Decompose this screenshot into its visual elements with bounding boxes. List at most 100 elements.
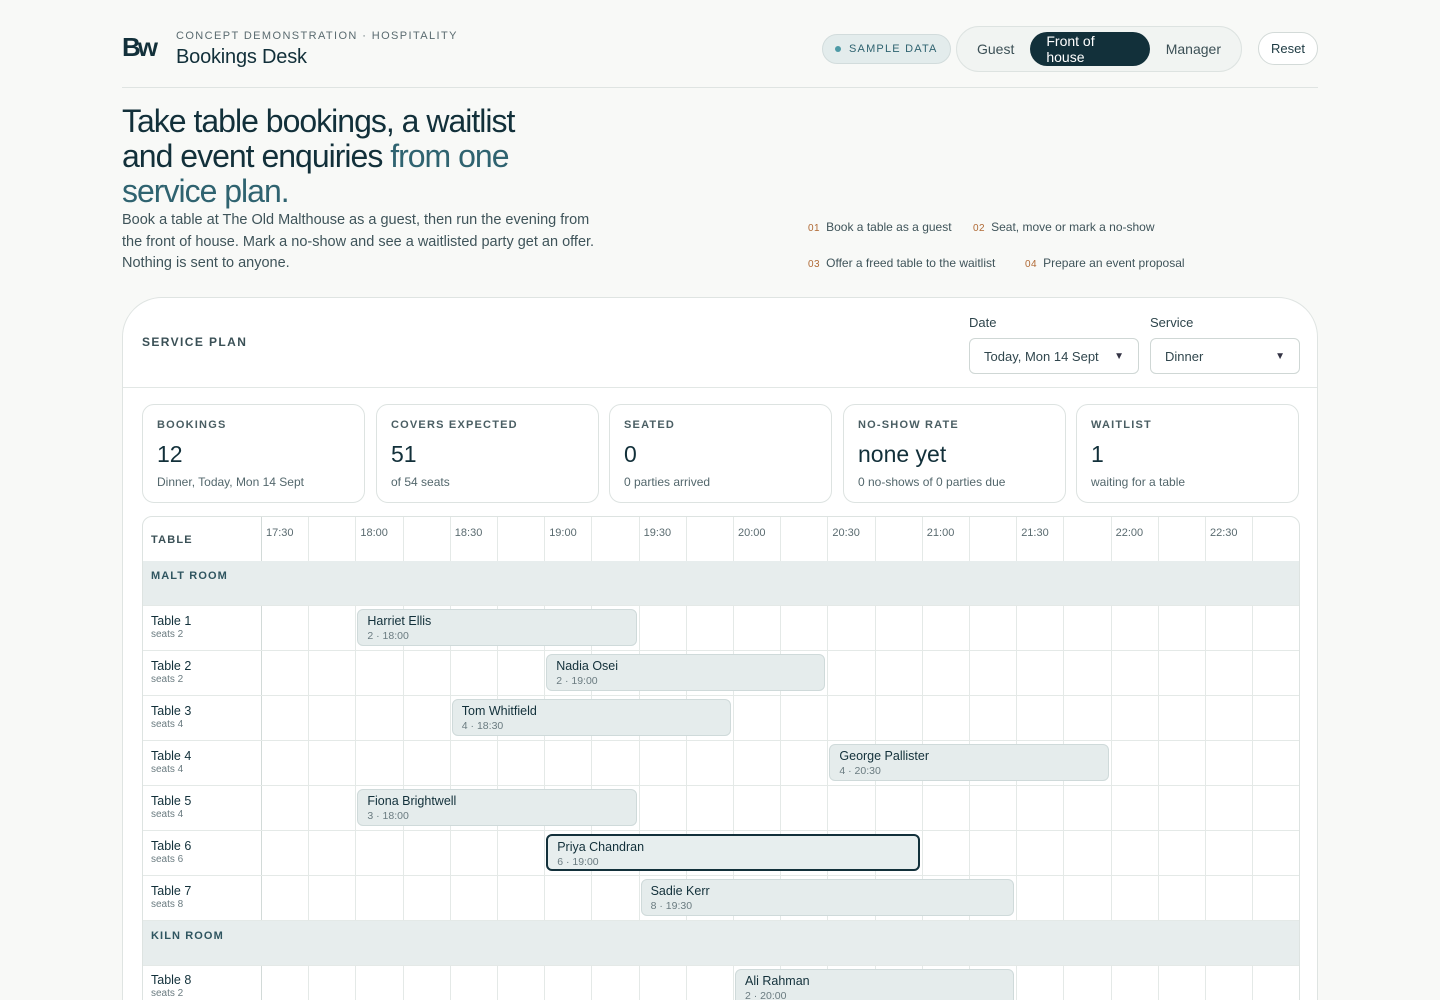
booking-party-time: 6 · 19:00: [557, 856, 599, 868]
booking-party-time: 3 · 18:00: [367, 810, 409, 822]
stat-note: of 54 seats: [391, 475, 450, 489]
stat-label: COVERS EXPECTED: [391, 419, 518, 431]
booking-guest-name: Fiona Brightwell: [367, 794, 457, 808]
table-name: Table 2: [151, 659, 192, 673]
stat-value: 1: [1091, 441, 1104, 467]
table-name: Table 5: [151, 794, 192, 808]
table-seats: seats 8: [151, 899, 184, 910]
view-switcher: Guest Front of house Manager: [956, 26, 1242, 72]
date-select-value: Today, Mon 14 Sept: [984, 348, 1099, 364]
service-select[interactable]: Dinner ▼: [1150, 338, 1300, 374]
step-number: 03: [808, 259, 821, 270]
step-item: 04 Prepare an event proposal: [1025, 256, 1185, 270]
time-label: 19:00: [549, 527, 577, 539]
view-tab-manager[interactable]: Manager: [1150, 32, 1237, 66]
table-seats: seats 2: [151, 629, 184, 640]
sample-data-label: SAMPLE DATA: [849, 43, 938, 55]
booking-party-time: 2 · 20:00: [745, 990, 787, 1000]
date-label: Date: [969, 315, 997, 330]
chevron-down-icon: ▼: [1275, 350, 1285, 362]
table-row-label[interactable]: Table 4 seats 4: [151, 749, 191, 775]
app-title: Bookings Desk: [176, 46, 307, 68]
stat-seated: SEATED 0 0 parties arrived: [609, 404, 832, 503]
booking-block[interactable]: George Pallister 4 · 20:30: [829, 744, 1109, 781]
table-row-label[interactable]: Table 7 seats 8: [151, 884, 191, 910]
booking-block[interactable]: Priya Chandran 6 · 19:00: [546, 834, 920, 871]
booking-guest-name: Nadia Osei: [556, 659, 619, 673]
section-kiln-room: KILN ROOM: [143, 921, 1299, 965]
stat-label: NO-SHOW RATE: [858, 419, 959, 431]
app-eyebrow: CONCEPT DEMONSTRATION · HOSPITALITY: [176, 30, 458, 42]
stat-label: WAITLIST: [1091, 419, 1152, 431]
booking-block[interactable]: Sadie Kerr 8 · 19:30: [640, 879, 1015, 916]
booking-guest-name: Sadie Kerr: [650, 884, 710, 898]
booking-block[interactable]: Fiona Brightwell 3 · 18:00: [357, 789, 637, 826]
reset-button[interactable]: Reset: [1258, 32, 1318, 65]
stat-bookings: BOOKINGS 12 Dinner, Today, Mon 14 Sept: [142, 404, 365, 503]
table-row-label[interactable]: Table 2 seats 2: [151, 659, 191, 685]
table-seats: seats 2: [151, 674, 184, 685]
service-timeline-grid: TABLE MALT ROOM KILN ROOM Table 1 seats 2…: [142, 516, 1300, 1000]
booking-block[interactable]: Nadia Osei 2 · 19:00: [546, 654, 826, 691]
booking-party-time: 4 · 20:30: [839, 765, 881, 777]
sample-data-badge: SAMPLE DATA: [822, 34, 951, 64]
step-item: 01 Book a table as a guest: [808, 220, 952, 234]
time-label: 18:30: [454, 527, 483, 539]
table-row-label[interactable]: Table 5 seats 4: [151, 794, 191, 820]
time-label: 17:30: [266, 527, 294, 539]
table-row-label[interactable]: Table 1 seats 2: [151, 614, 191, 640]
booking-guest-name: George Pallister: [839, 749, 930, 763]
stat-label: SEATED: [624, 419, 676, 431]
table-row-label[interactable]: Table 8 seats 2: [151, 973, 191, 999]
table-name: Table 1: [151, 614, 192, 628]
step-label: Prepare an event proposal: [1043, 256, 1185, 270]
booking-block[interactable]: Ali Rahman 2 · 20:00: [735, 969, 1015, 1000]
table-seats: seats 2: [151, 988, 184, 999]
time-label: 22:30: [1210, 527, 1238, 539]
booking-party-time: 2 · 18:00: [367, 630, 409, 642]
booking-block[interactable]: Tom Whitfield 4 · 18:30: [451, 699, 731, 736]
time-label: 18:00: [360, 527, 388, 539]
booking-guest-name: Ali Rahman: [745, 974, 810, 988]
time-label: 21:30: [1021, 527, 1049, 539]
service-select-value: Dinner: [1165, 348, 1204, 364]
app-header: Bw CONCEPT DEMONSTRATION · HOSPITALITY B…: [122, 24, 1318, 88]
table-seats: seats 4: [151, 764, 184, 775]
section-label: KILN ROOM: [151, 930, 224, 942]
step-label: Offer a freed table to the waitlist: [826, 256, 996, 270]
table-name: Table 4: [151, 749, 192, 763]
step-number: 01: [808, 223, 821, 234]
table-name: Table 6: [151, 839, 192, 853]
stat-waitlist: WAITLIST 1 waiting for a table: [1076, 404, 1299, 503]
view-tab-front-of-house[interactable]: Front of house: [1030, 32, 1150, 66]
service-plan-label: SERVICE PLAN: [142, 335, 248, 349]
booking-guest-name: Tom Whitfield: [461, 704, 537, 718]
table-seats: seats 6: [151, 854, 184, 865]
stat-value: 12: [157, 441, 183, 467]
time-label: 22:00: [1115, 527, 1144, 539]
time-label: 20:00: [738, 527, 766, 539]
service-label: Service: [1150, 315, 1194, 330]
view-tab-guest[interactable]: Guest: [961, 32, 1030, 66]
stat-covers: COVERS EXPECTED 51 of 54 seats: [376, 404, 599, 503]
booking-party-time: 4 · 18:30: [461, 720, 504, 732]
time-label: 21:00: [926, 527, 955, 539]
table-name: Table 3: [151, 704, 192, 718]
booking-party-time: 2 · 19:00: [556, 675, 598, 687]
step-number: 04: [1025, 259, 1038, 270]
time-label: 20:30: [832, 527, 860, 539]
stat-note: Dinner, Today, Mon 14 Sept: [157, 475, 304, 489]
table-column-header: TABLE: [151, 534, 193, 546]
table-row-label[interactable]: Table 3 seats 4: [151, 704, 191, 730]
step-item: 02 Seat, move or mark a no-show: [973, 220, 1155, 234]
booking-guest-name: Harriet Ellis: [367, 614, 432, 628]
section-malt-room: MALT ROOM: [143, 561, 1299, 605]
service-plan-header: SERVICE PLAN Date Today, Mon 14 Sept ▼ S…: [123, 298, 1317, 388]
booking-guest-name: Priya Chandran: [557, 840, 645, 854]
step-number: 02: [973, 223, 986, 234]
chevron-down-icon: ▼: [1114, 350, 1124, 362]
date-select[interactable]: Today, Mon 14 Sept ▼: [969, 338, 1139, 374]
booking-block[interactable]: Harriet Ellis 2 · 18:00: [357, 609, 637, 646]
table-row-label[interactable]: Table 6 seats 6: [151, 839, 191, 865]
brand-logo-icon: Bw: [122, 34, 160, 62]
